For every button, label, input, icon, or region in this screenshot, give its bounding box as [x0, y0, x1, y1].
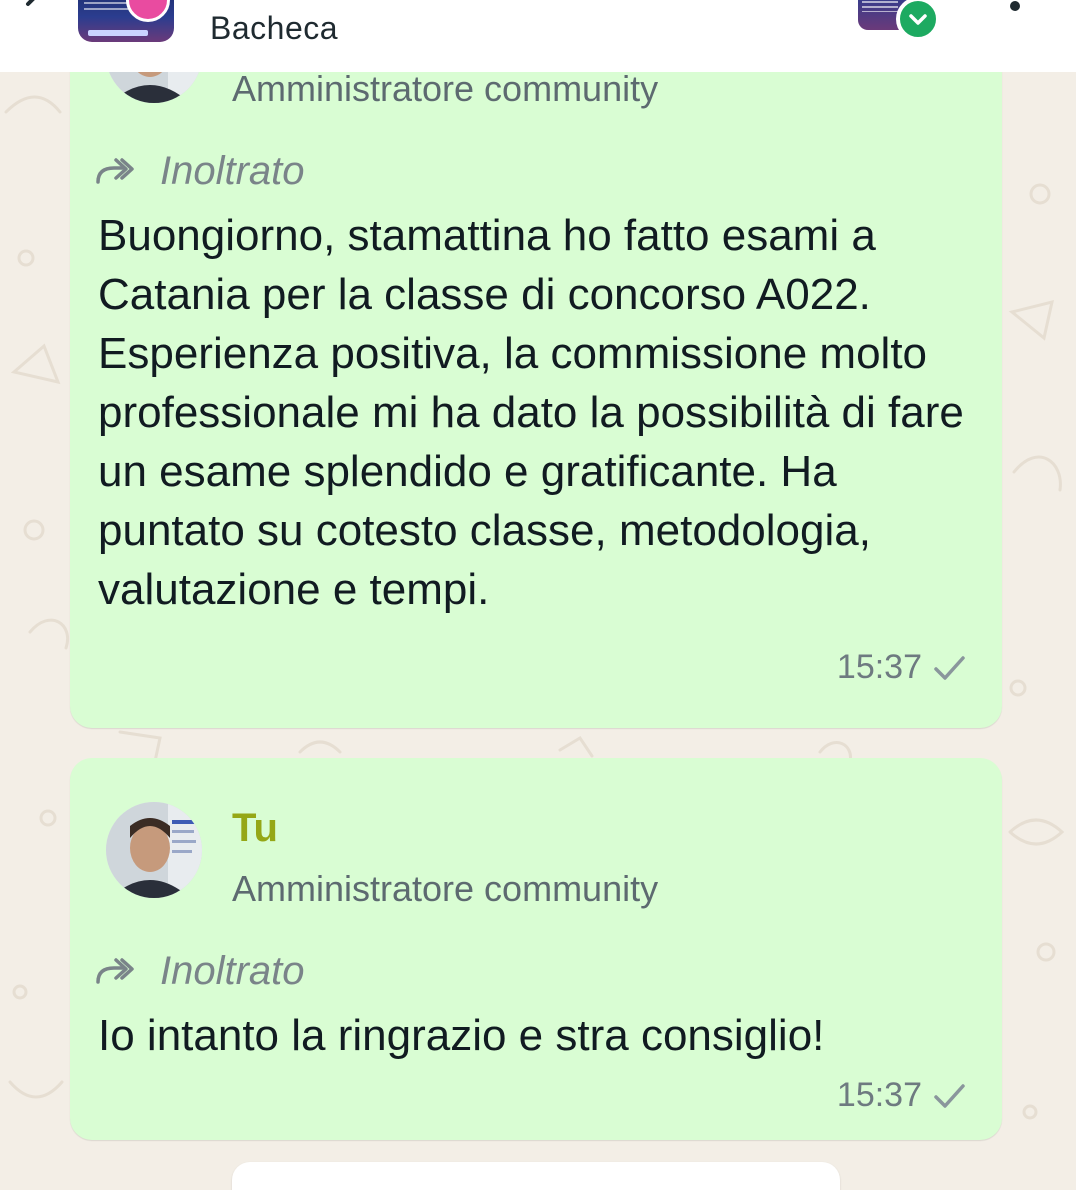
- next-message-partial[interactable]: [232, 1162, 840, 1190]
- arrow-left-icon[interactable]: [18, 0, 58, 24]
- message-meta: 15:37: [837, 648, 966, 687]
- forward-icon: [96, 958, 134, 984]
- chat-title[interactable]: Bacheca: [210, 10, 338, 47]
- forwarded-text: Inoltrato: [160, 948, 305, 993]
- message-time: 15:37: [836, 648, 922, 686]
- message-bubble[interactable]: Amministratore community Inoltrato Buong…: [70, 72, 1002, 728]
- message-time: 15:37: [836, 1076, 922, 1114]
- chat-header: Bacheca: [0, 0, 1076, 72]
- single-check-icon: [934, 655, 965, 680]
- sender-name[interactable]: Tu: [232, 806, 278, 851]
- more-vertical-icon[interactable]: [1000, 0, 1030, 34]
- forwarded-text: Inoltrato: [160, 148, 305, 193]
- chat-area[interactable]: Amministratore community Inoltrato Buong…: [0, 72, 1076, 1190]
- sender-avatar[interactable]: [106, 802, 202, 898]
- message-meta: 15:37: [837, 1076, 966, 1115]
- message-text: Buongiorno, stamattina ho fatto esami a …: [98, 211, 964, 614]
- forwarded-label: Inoltrato: [94, 146, 305, 196]
- chevron-down-icon: [909, 14, 927, 25]
- message-bubble[interactable]: Tu Amministratore community Inoltrato Io…: [70, 758, 1002, 1140]
- group-avatar[interactable]: [78, 0, 174, 42]
- single-check-icon: [934, 1083, 965, 1108]
- message-text: Io intanto la ringrazio e stra consiglio…: [98, 1011, 825, 1060]
- sender-role: Amministratore community: [232, 72, 659, 109]
- sender-avatar[interactable]: [106, 72, 202, 103]
- sender-role: Amministratore community: [232, 868, 659, 909]
- forward-icon: [96, 158, 134, 184]
- community-badge: [896, 0, 940, 41]
- forwarded-label: Inoltrato: [94, 946, 305, 996]
